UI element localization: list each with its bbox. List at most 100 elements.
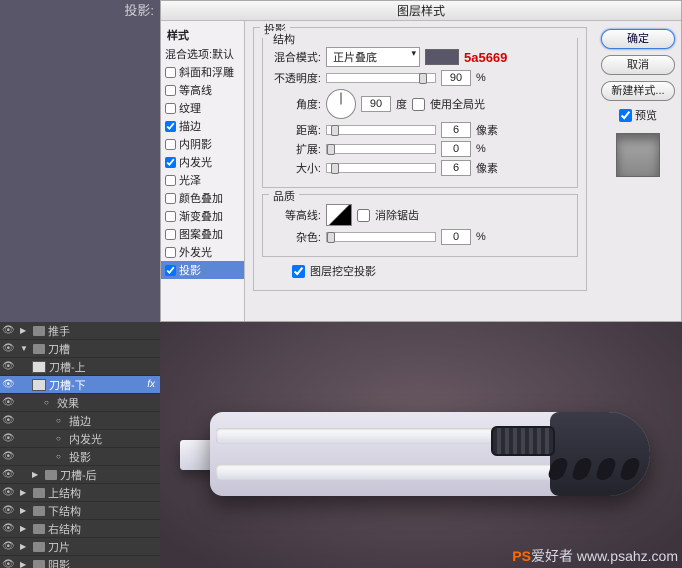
size-value[interactable]: 6 (441, 160, 471, 176)
visibility-icon[interactable]: 👁 (2, 559, 14, 568)
visibility-icon[interactable]: 👁 (2, 469, 14, 480)
knockout-checkbox[interactable] (292, 265, 305, 278)
structure-legend: 结构 (269, 31, 299, 47)
layer-row[interactable]: 👁▶ 右结构 (0, 520, 160, 538)
angle-label: 角度: (271, 96, 321, 112)
disclosure-icon[interactable]: ▶ (20, 542, 30, 551)
disclosure-icon[interactable]: ▶ (20, 326, 30, 335)
layer-label: 阴影 (48, 557, 70, 568)
style-row-7[interactable]: 颜色叠加 (161, 189, 244, 207)
size-slider[interactable] (326, 163, 436, 173)
style-checkbox[interactable] (165, 121, 176, 132)
layer-style-dialog: 图层样式 样式 混合选项:默认 斜面和浮雕等高线纹理描边内阴影内发光光泽颜色叠加… (160, 0, 682, 322)
style-checkbox[interactable] (165, 175, 176, 186)
layer-row[interactable]: 👁○ 效果 (0, 394, 160, 412)
visibility-icon[interactable]: 👁 (2, 361, 14, 372)
layer-row[interactable]: 👁▶ 刀槽-后 (0, 466, 160, 484)
visibility-icon[interactable]: 👁 (2, 523, 14, 534)
layer-row[interactable]: 👁○ 描边 (0, 412, 160, 430)
disclosure-icon[interactable]: ▶ (20, 524, 30, 533)
style-checkbox[interactable] (165, 157, 176, 168)
layer-label: 内发光 (69, 431, 102, 447)
visibility-icon[interactable]: 👁 (2, 343, 14, 354)
folder-icon (33, 524, 45, 534)
visibility-icon[interactable]: 👁 (2, 451, 14, 462)
fx-badge[interactable]: fx (147, 379, 158, 390)
style-row-8[interactable]: 渐变叠加 (161, 207, 244, 225)
style-checkbox[interactable] (165, 193, 176, 204)
effect-icon: ○ (56, 416, 66, 425)
visibility-icon[interactable]: 👁 (2, 505, 14, 516)
disclosure-icon[interactable]: ▶ (32, 470, 42, 479)
style-checkbox[interactable] (165, 103, 176, 114)
visibility-icon[interactable]: 👁 (2, 541, 14, 552)
cancel-button[interactable]: 取消 (601, 55, 675, 75)
global-light-checkbox[interactable] (412, 98, 425, 111)
size-label: 大小: (271, 160, 321, 176)
spread-slider[interactable] (326, 144, 436, 154)
watermark: PS爱好者 www.psahz.com (512, 546, 678, 566)
distance-slider[interactable] (326, 125, 436, 135)
style-row-10[interactable]: 外发光 (161, 243, 244, 261)
noise-label: 杂色: (271, 229, 321, 245)
style-checkbox[interactable] (165, 211, 176, 222)
blend-mode-select[interactable]: 正片叠底 (326, 47, 420, 67)
layer-row[interactable]: 👁▶ 下结构 (0, 502, 160, 520)
style-row-2[interactable]: 纹理 (161, 99, 244, 117)
layer-label: 刀槽-上 (49, 359, 86, 375)
new-style-button[interactable]: 新建样式... (601, 81, 675, 101)
style-row-4[interactable]: 内阴影 (161, 135, 244, 153)
preview-checkbox[interactable] (619, 109, 632, 122)
style-row-9[interactable]: 图案叠加 (161, 225, 244, 243)
shadow-color-swatch[interactable] (425, 49, 459, 65)
blend-options-row[interactable]: 混合选项:默认 (161, 45, 244, 63)
style-row-0[interactable]: 斜面和浮雕 (161, 63, 244, 81)
visibility-icon[interactable]: 👁 (2, 397, 14, 408)
style-checkbox[interactable] (165, 265, 176, 276)
noise-value[interactable]: 0 (441, 229, 471, 245)
style-checkbox[interactable] (165, 247, 176, 258)
layer-row[interactable]: 👁○ 投影 (0, 448, 160, 466)
ok-button[interactable]: 确定 (601, 29, 675, 49)
layer-row[interactable]: 👁▶ 上结构 (0, 484, 160, 502)
style-row-11[interactable]: 投影 (161, 261, 244, 279)
disclosure-icon[interactable]: ▶ (20, 506, 30, 515)
angle-value[interactable]: 90 (361, 96, 391, 112)
layer-row[interactable]: 👁 刀槽-上 (0, 358, 160, 376)
style-row-5[interactable]: 内发光 (161, 153, 244, 171)
style-checkbox[interactable] (165, 85, 176, 96)
opacity-value[interactable]: 90 (441, 70, 471, 86)
disclosure-icon[interactable]: ▶ (20, 488, 30, 497)
disclosure-icon[interactable]: ▼ (20, 344, 30, 353)
visibility-icon[interactable]: 👁 (2, 379, 14, 390)
folder-icon (33, 506, 45, 516)
style-row-1[interactable]: 等高线 (161, 81, 244, 99)
angle-wheel[interactable] (326, 89, 356, 119)
contour-swatch[interactable] (326, 204, 352, 226)
style-checkbox[interactable] (165, 139, 176, 150)
layer-label: 投影 (69, 449, 91, 465)
layer-row[interactable]: 👁 刀槽-下fx (0, 376, 160, 394)
layer-row[interactable]: 👁 ▶ 阴影 (0, 556, 160, 568)
style-checkbox[interactable] (165, 67, 176, 78)
opacity-slider[interactable] (326, 73, 436, 83)
style-row-6[interactable]: 光泽 (161, 171, 244, 189)
layer-row[interactable]: 👁▶ 推手 (0, 322, 160, 340)
global-light-label: 使用全局光 (430, 96, 485, 112)
spread-value[interactable]: 0 (441, 141, 471, 157)
contour-label: 等高线: (271, 207, 321, 223)
layer-row[interactable]: 👁▼ 刀槽 (0, 340, 160, 358)
layer-row[interactable]: 👁▶ 刀片 (0, 538, 160, 556)
visibility-icon[interactable]: 👁 (2, 433, 14, 444)
visibility-icon[interactable]: 👁 (2, 415, 14, 426)
antialias-checkbox[interactable] (357, 209, 370, 222)
disclosure-icon[interactable]: ▶ (20, 560, 30, 568)
distance-value[interactable]: 6 (441, 122, 471, 138)
canvas-area: PS爱好者 www.psahz.com (160, 322, 682, 568)
style-row-3[interactable]: 描边 (161, 117, 244, 135)
noise-slider[interactable] (326, 232, 436, 242)
style-checkbox[interactable] (165, 229, 176, 240)
layer-row[interactable]: 👁○ 内发光 (0, 430, 160, 448)
visibility-icon[interactable]: 👁 (2, 487, 14, 498)
visibility-icon[interactable]: 👁 (2, 325, 14, 336)
